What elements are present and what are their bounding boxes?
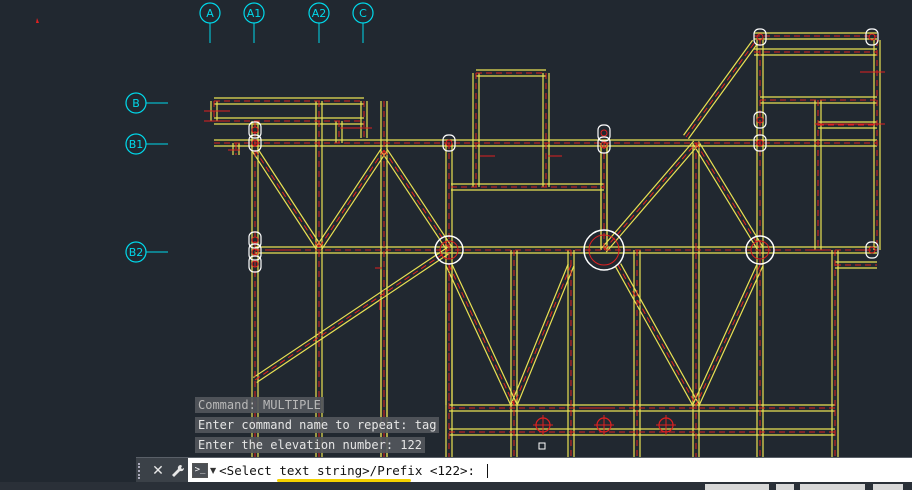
frame-member-edge (251, 151, 317, 250)
command-history-line: Command: MULTIPLE (195, 397, 324, 413)
frame-member-edge (692, 144, 758, 250)
frame-member-edge (605, 144, 699, 253)
command-history-line: Enter command name to repeat: tag (195, 417, 440, 433)
frame-member-edge (698, 265, 764, 407)
command-prompt-text: <Select text string>/Prefix <122>: (219, 463, 483, 478)
svg-text:B: B (132, 97, 140, 110)
frame-member-edge (601, 140, 695, 249)
frame-member-edge (698, 141, 764, 247)
grid-column-a: A (199, 2, 221, 43)
command-prompt-icon[interactable]: >_ (192, 463, 208, 478)
drag-grip-icon[interactable] (138, 462, 146, 479)
text-caret (486, 463, 488, 478)
status-tab[interactable] (776, 484, 794, 490)
frame-member-edge (510, 263, 569, 405)
hidden-centerline (448, 264, 515, 406)
svg-text:A: A (206, 7, 214, 20)
hidden-centerline (254, 149, 320, 249)
grid-column-a1: A1 (243, 2, 265, 43)
hidden-centerline (318, 149, 385, 249)
frame-member-edge (380, 151, 447, 250)
frame-member-edge (620, 263, 700, 404)
grid-column-a2: A2 (308, 2, 330, 43)
frame-member-edge (692, 263, 758, 405)
frame-member-edge (315, 148, 382, 247)
close-icon[interactable]: ✕ (150, 462, 166, 480)
status-strip (0, 482, 912, 490)
ucs-marker (36, 18, 39, 23)
hidden-centerline (695, 142, 761, 249)
command-input[interactable]: <Select text string>/Prefix <122>: (219, 463, 483, 482)
frame-member-edge (257, 148, 323, 247)
drawing-canvas[interactable]: A A1 A2 C B B1 B2 (0, 0, 912, 490)
frame-member-edge (614, 266, 694, 407)
hidden-centerline (383, 149, 450, 249)
command-history-line: Enter the elevation number: 122 (195, 437, 425, 453)
grid-column-c: C (352, 2, 374, 43)
pin-node (865, 28, 879, 46)
svg-text:B1: B1 (129, 138, 144, 151)
svg-text:C: C (359, 7, 367, 20)
frame-member-edge (386, 148, 453, 247)
svg-text:B2: B2 (129, 246, 144, 259)
status-tab[interactable] (800, 484, 865, 490)
hidden-centerline (695, 264, 761, 406)
frame-member-edge (683, 39, 754, 136)
frame-member-edge (252, 247, 448, 379)
frame-member-edge (516, 265, 575, 407)
command-history: Command: MULTIPLE Enter command name to … (195, 397, 440, 457)
status-tab[interactable] (705, 484, 769, 490)
frame-connections (248, 28, 879, 450)
frame-member-edge (445, 266, 512, 407)
frame-member-edge (451, 263, 518, 404)
grid-row-b2: B2 (125, 241, 168, 263)
frame-member-edge (256, 251, 452, 383)
hidden-centerline (513, 264, 572, 406)
frame-member-edge (321, 151, 388, 250)
grid-row-b: B (125, 92, 168, 114)
status-tab[interactable] (873, 484, 903, 490)
svg-text:A1: A1 (247, 7, 262, 20)
hidden-centerline (603, 142, 697, 251)
frame-member-edge (687, 43, 758, 140)
command-line[interactable]: ✕ >_ ▼ <Select text string>/Prefix <122>… (136, 457, 912, 483)
dropdown-arrow-icon[interactable]: ▼ (210, 466, 216, 475)
pin-hole (600, 129, 608, 137)
command-line-toolbar: ✕ (136, 458, 188, 483)
hidden-centerline (254, 249, 450, 381)
wrench-icon[interactable] (170, 462, 186, 480)
svg-text:A2: A2 (312, 7, 327, 20)
hidden-centerline (617, 264, 697, 406)
hidden-centerline (685, 41, 756, 138)
grid-row-b1: B1 (125, 133, 168, 155)
selection-grip (538, 442, 546, 450)
